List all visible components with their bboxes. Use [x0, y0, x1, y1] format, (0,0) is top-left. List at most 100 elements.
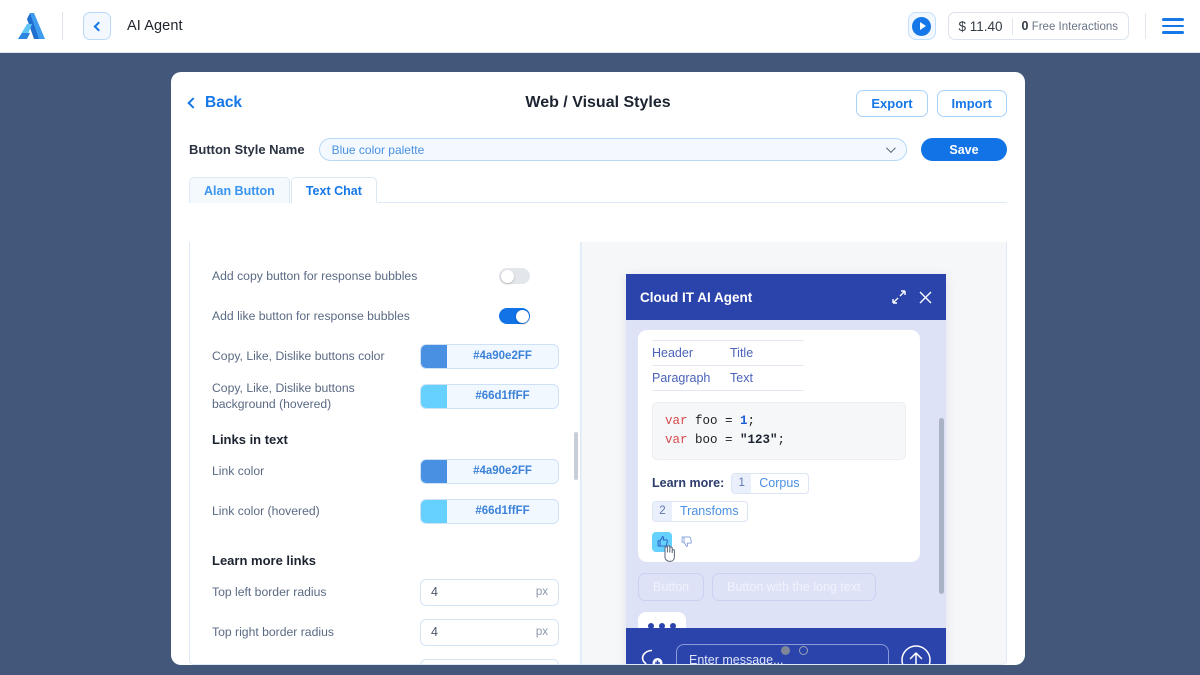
export-button[interactable]: Export: [856, 89, 928, 117]
style-name-row: Button Style Name Blue color palette Sav…: [171, 134, 1025, 161]
hamburger-menu-icon[interactable]: [1162, 14, 1184, 37]
code-line: var boo = "123";: [665, 431, 893, 450]
pager-dot-inactive[interactable]: [798, 646, 808, 655]
chat-scrollbar[interactable]: [939, 418, 944, 594]
table-row: Header Title: [652, 340, 804, 366]
pager-dot-active[interactable]: [780, 646, 790, 655]
code-line: var foo = 1;: [665, 412, 893, 431]
color-swatch[interactable]: [421, 499, 447, 523]
copy-button-toggle[interactable]: [499, 268, 530, 284]
link-color-field[interactable]: #4a90e2FF: [420, 458, 559, 484]
style-name-label: Button Style Name: [189, 142, 305, 157]
code-text: ;: [777, 432, 786, 447]
section-title-learn-more-links: Learn more links: [212, 553, 317, 568]
setting-row-top-right-radius: Top right border radius 4 px: [190, 612, 581, 652]
tab-bar-filler: [377, 177, 1007, 203]
balance-pill[interactable]: $ 11.40 0 Free Interactions: [947, 12, 1129, 40]
suggestion-buttons: Button Button with the long text: [638, 572, 932, 601]
card-back-link[interactable]: Back: [187, 94, 242, 112]
style-name-value: Blue color palette: [331, 142, 425, 157]
card-header-actions: Export Import: [856, 89, 1007, 117]
learn-more-row: Learn more: 1 Corpus 2 Transfoms: [652, 472, 906, 522]
color-swatch[interactable]: [421, 384, 447, 408]
code-text: boo =: [687, 432, 741, 447]
suggestion-button-long[interactable]: Button with the long text: [712, 572, 876, 601]
settings-scrollbar[interactable]: [574, 432, 578, 480]
app-logo[interactable]: [0, 11, 62, 41]
setting-label: Add copy button for response bubbles: [212, 268, 418, 283]
free-interactions-label: Free Interactions: [1031, 21, 1118, 33]
chat-header-actions: [892, 290, 932, 304]
input-value: 4: [431, 625, 438, 639]
play-button[interactable]: [907, 12, 936, 40]
thumbs-down-icon[interactable]: [676, 532, 696, 552]
setting-control: #4a90e2FF: [420, 343, 559, 369]
import-button[interactable]: Import: [936, 89, 1007, 117]
color-hex-value: #66d1ffFF: [475, 390, 530, 402]
setting-label: Link color (hovered): [212, 503, 320, 518]
tab-alan-button[interactable]: Alan Button: [189, 177, 290, 203]
setting-row-buttons-color: Copy, Like, Dislike buttons color #4a90e…: [190, 336, 581, 376]
setting-label: Link color: [212, 463, 265, 478]
hand-cursor-icon: [664, 544, 675, 562]
setting-control: 4 px: [420, 618, 559, 646]
back-button[interactable]: [83, 12, 111, 40]
setting-row-link-color-hovered: Link color (hovered) #66d1ffFF: [190, 491, 581, 531]
setting-control: 4 px: [420, 658, 559, 664]
code-block: var foo = 1; var boo = "123";: [652, 402, 906, 460]
link-color-hovered-field[interactable]: #66d1ffFF: [420, 498, 559, 524]
top-left-radius-input[interactable]: 4 px: [420, 578, 559, 606]
free-interactions-count: 0: [1021, 19, 1029, 33]
chat-preview: Cloud IT AI Agent Header Title Paragraph…: [626, 274, 946, 664]
tab-bar: Alan Button Text Chat: [171, 161, 1025, 203]
setting-label: Copy, Like, Dislike buttons color: [212, 348, 385, 363]
setting-control: [499, 308, 559, 324]
expand-arrow-icon[interactable]: [892, 290, 906, 304]
chevron-down-icon: [885, 143, 896, 154]
feedback-row: [652, 531, 906, 562]
balance-amount: $ 11.40: [958, 18, 1003, 34]
setting-row-bottom-right-radius: Bottom right border radius 4 px: [190, 652, 581, 664]
code-keyword: var: [665, 414, 688, 428]
color-swatch[interactable]: [421, 459, 447, 483]
setting-row-link-color: Link color #4a90e2FF: [190, 451, 581, 491]
setting-row-copy-button: Add copy button for response bubbles: [190, 256, 581, 296]
balance-separator: [1011, 17, 1013, 35]
preview-pane: Cloud IT AI Agent Header Title Paragraph…: [582, 242, 1006, 664]
save-button[interactable]: Save: [921, 138, 1007, 161]
buttons-color-field[interactable]: #4a90e2FF: [420, 343, 559, 369]
setting-control: #4a90e2FF: [420, 458, 559, 484]
setting-row-like-button: Add like button for response bubbles: [190, 296, 581, 336]
topbar-actions: $ 11.40 0 Free Interactions: [907, 12, 1200, 40]
link-text: Transfoms: [680, 504, 739, 518]
app-title: AI Agent: [127, 18, 183, 34]
alan-logo-icon: [18, 13, 45, 39]
code-number: 1: [740, 414, 748, 428]
color-hex-value: #4a90e2FF: [473, 350, 532, 362]
preview-pager: [582, 646, 1006, 655]
bottom-right-radius-input[interactable]: 4 px: [420, 658, 559, 664]
learn-more-link-corpus[interactable]: 1 Corpus: [731, 472, 809, 494]
chat-messages: Header Title Paragraph Text var foo = 1;…: [626, 320, 946, 628]
link-text: Corpus: [759, 476, 800, 490]
buttons-background-hovered-field[interactable]: #66d1ffFF: [420, 383, 559, 409]
topbar-right-divider: [1145, 13, 1146, 39]
code-keyword: var: [665, 432, 688, 447]
chat-header: Cloud IT AI Agent: [626, 274, 946, 320]
code-text: ;: [747, 414, 756, 428]
setting-row-top-left-radius: Top left border radius 4 px: [190, 572, 581, 612]
tab-text-chat[interactable]: Text Chat: [290, 177, 377, 203]
learn-more-link-transfoms[interactable]: 2 Transfoms: [652, 500, 748, 522]
table-cell-value: Text: [730, 365, 804, 391]
style-name-select[interactable]: Blue color palette: [318, 138, 907, 161]
color-swatch[interactable]: [421, 344, 447, 368]
setting-label: Top right border radius: [212, 624, 334, 639]
card-header: Back Web / Visual Styles Export Import: [171, 72, 1025, 134]
table-cell-key: Paragraph: [652, 365, 730, 391]
close-icon[interactable]: [919, 291, 932, 304]
top-right-radius-input[interactable]: 4 px: [420, 618, 559, 646]
like-button-toggle[interactable]: [499, 308, 530, 324]
suggestion-button-short[interactable]: Button: [638, 572, 705, 601]
link-number: 1: [732, 473, 752, 493]
response-bubble: Header Title Paragraph Text var foo = 1;…: [638, 330, 920, 562]
